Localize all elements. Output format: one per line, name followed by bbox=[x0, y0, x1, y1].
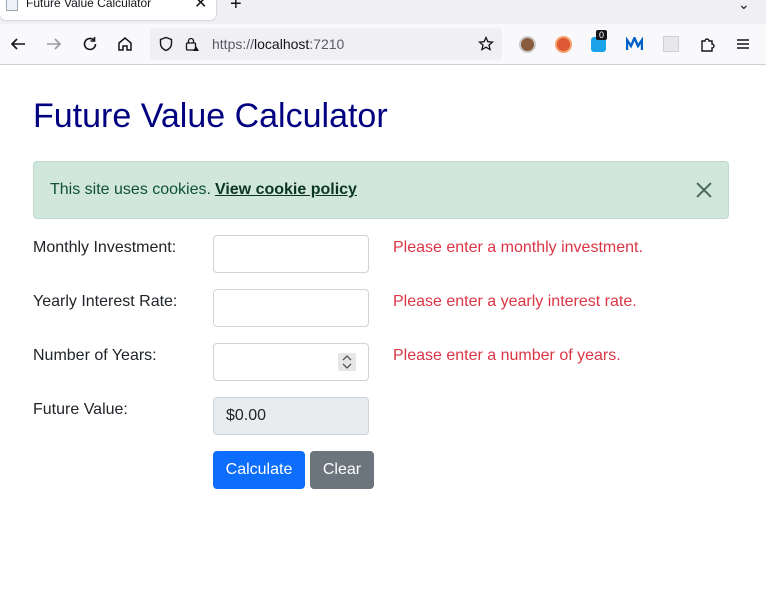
home-icon bbox=[118, 37, 132, 51]
tab-strip: Future Value Calculator ✕ + ⌄ bbox=[0, 0, 766, 24]
browser-toolbar: https://localhost:7210 0 bbox=[0, 24, 766, 65]
url-host: localhost bbox=[254, 36, 310, 52]
number-spinner-icon[interactable] bbox=[338, 353, 356, 371]
url-text[interactable]: https://localhost:7210 bbox=[212, 36, 344, 52]
future-value-output: $0.00 bbox=[213, 397, 369, 435]
number-of-years-input[interactable] bbox=[213, 343, 369, 381]
close-icon[interactable] bbox=[694, 180, 714, 200]
yearly-interest-rate-input[interactable] bbox=[213, 289, 369, 327]
reload-icon bbox=[83, 37, 97, 51]
number-of-years-label: Number of Years: bbox=[33, 347, 157, 364]
cookie-alert-message: This site uses cookies. View cookie polic… bbox=[50, 181, 357, 199]
tab-title: Future Value Calculator bbox=[26, 0, 152, 10]
clear-button[interactable]: Clear bbox=[310, 451, 374, 489]
url-port: :7210 bbox=[309, 36, 345, 52]
cookie-policy-link[interactable]: View cookie policy bbox=[215, 181, 357, 198]
extension-placeholder-icon[interactable] bbox=[663, 36, 679, 52]
future-value-label: Future Value: bbox=[33, 401, 128, 418]
lock-warning-icon[interactable] bbox=[184, 36, 200, 52]
tab-close-icon[interactable]: ✕ bbox=[194, 0, 207, 13]
page-title: Future Value Calculator bbox=[33, 97, 388, 135]
malwarebytes-icon[interactable] bbox=[626, 37, 643, 51]
back-arrow-icon bbox=[10, 38, 25, 50]
forward-arrow-icon bbox=[47, 38, 62, 50]
extensions-puzzle-icon[interactable] bbox=[699, 35, 717, 53]
back-button[interactable] bbox=[6, 32, 30, 56]
calculate-button[interactable]: Calculate bbox=[213, 451, 305, 489]
monthly-investment-error: Please enter a monthly investment. bbox=[393, 239, 643, 256]
bookmark-star-icon[interactable] bbox=[478, 36, 494, 52]
forward-button[interactable] bbox=[42, 32, 66, 56]
page-favicon-icon bbox=[6, 0, 18, 11]
url-scheme: https:// bbox=[212, 36, 255, 52]
browser-tab[interactable]: Future Value Calculator ✕ bbox=[0, 0, 216, 20]
monthly-investment-label: Monthly Investment: bbox=[33, 239, 177, 256]
shield-icon[interactable] bbox=[158, 36, 174, 52]
duckduckgo-icon[interactable] bbox=[555, 36, 572, 53]
yearly-interest-rate-error: Please enter a yearly interest rate. bbox=[393, 293, 637, 310]
cookie-alert: This site uses cookies. View cookie polic… bbox=[33, 161, 729, 219]
number-of-years-error: Please enter a number of years. bbox=[393, 347, 621, 364]
new-tab-button[interactable]: + bbox=[230, 0, 242, 16]
future-value-amount: $0.00 bbox=[226, 407, 267, 424]
yearly-interest-rate-label: Yearly Interest Rate: bbox=[33, 293, 178, 310]
home-button[interactable] bbox=[113, 32, 137, 56]
cookie-alert-text: This site uses cookies. bbox=[50, 181, 211, 198]
extension-badge: 0 bbox=[596, 30, 608, 40]
address-bar[interactable]: https://localhost:7210 bbox=[150, 28, 502, 60]
menu-hamburger-icon[interactable] bbox=[735, 36, 751, 52]
profile-avatar-icon[interactable] bbox=[519, 36, 536, 53]
list-all-tabs-icon[interactable]: ⌄ bbox=[738, 0, 750, 13]
reload-button[interactable] bbox=[78, 32, 102, 56]
monthly-investment-input[interactable] bbox=[213, 235, 369, 273]
